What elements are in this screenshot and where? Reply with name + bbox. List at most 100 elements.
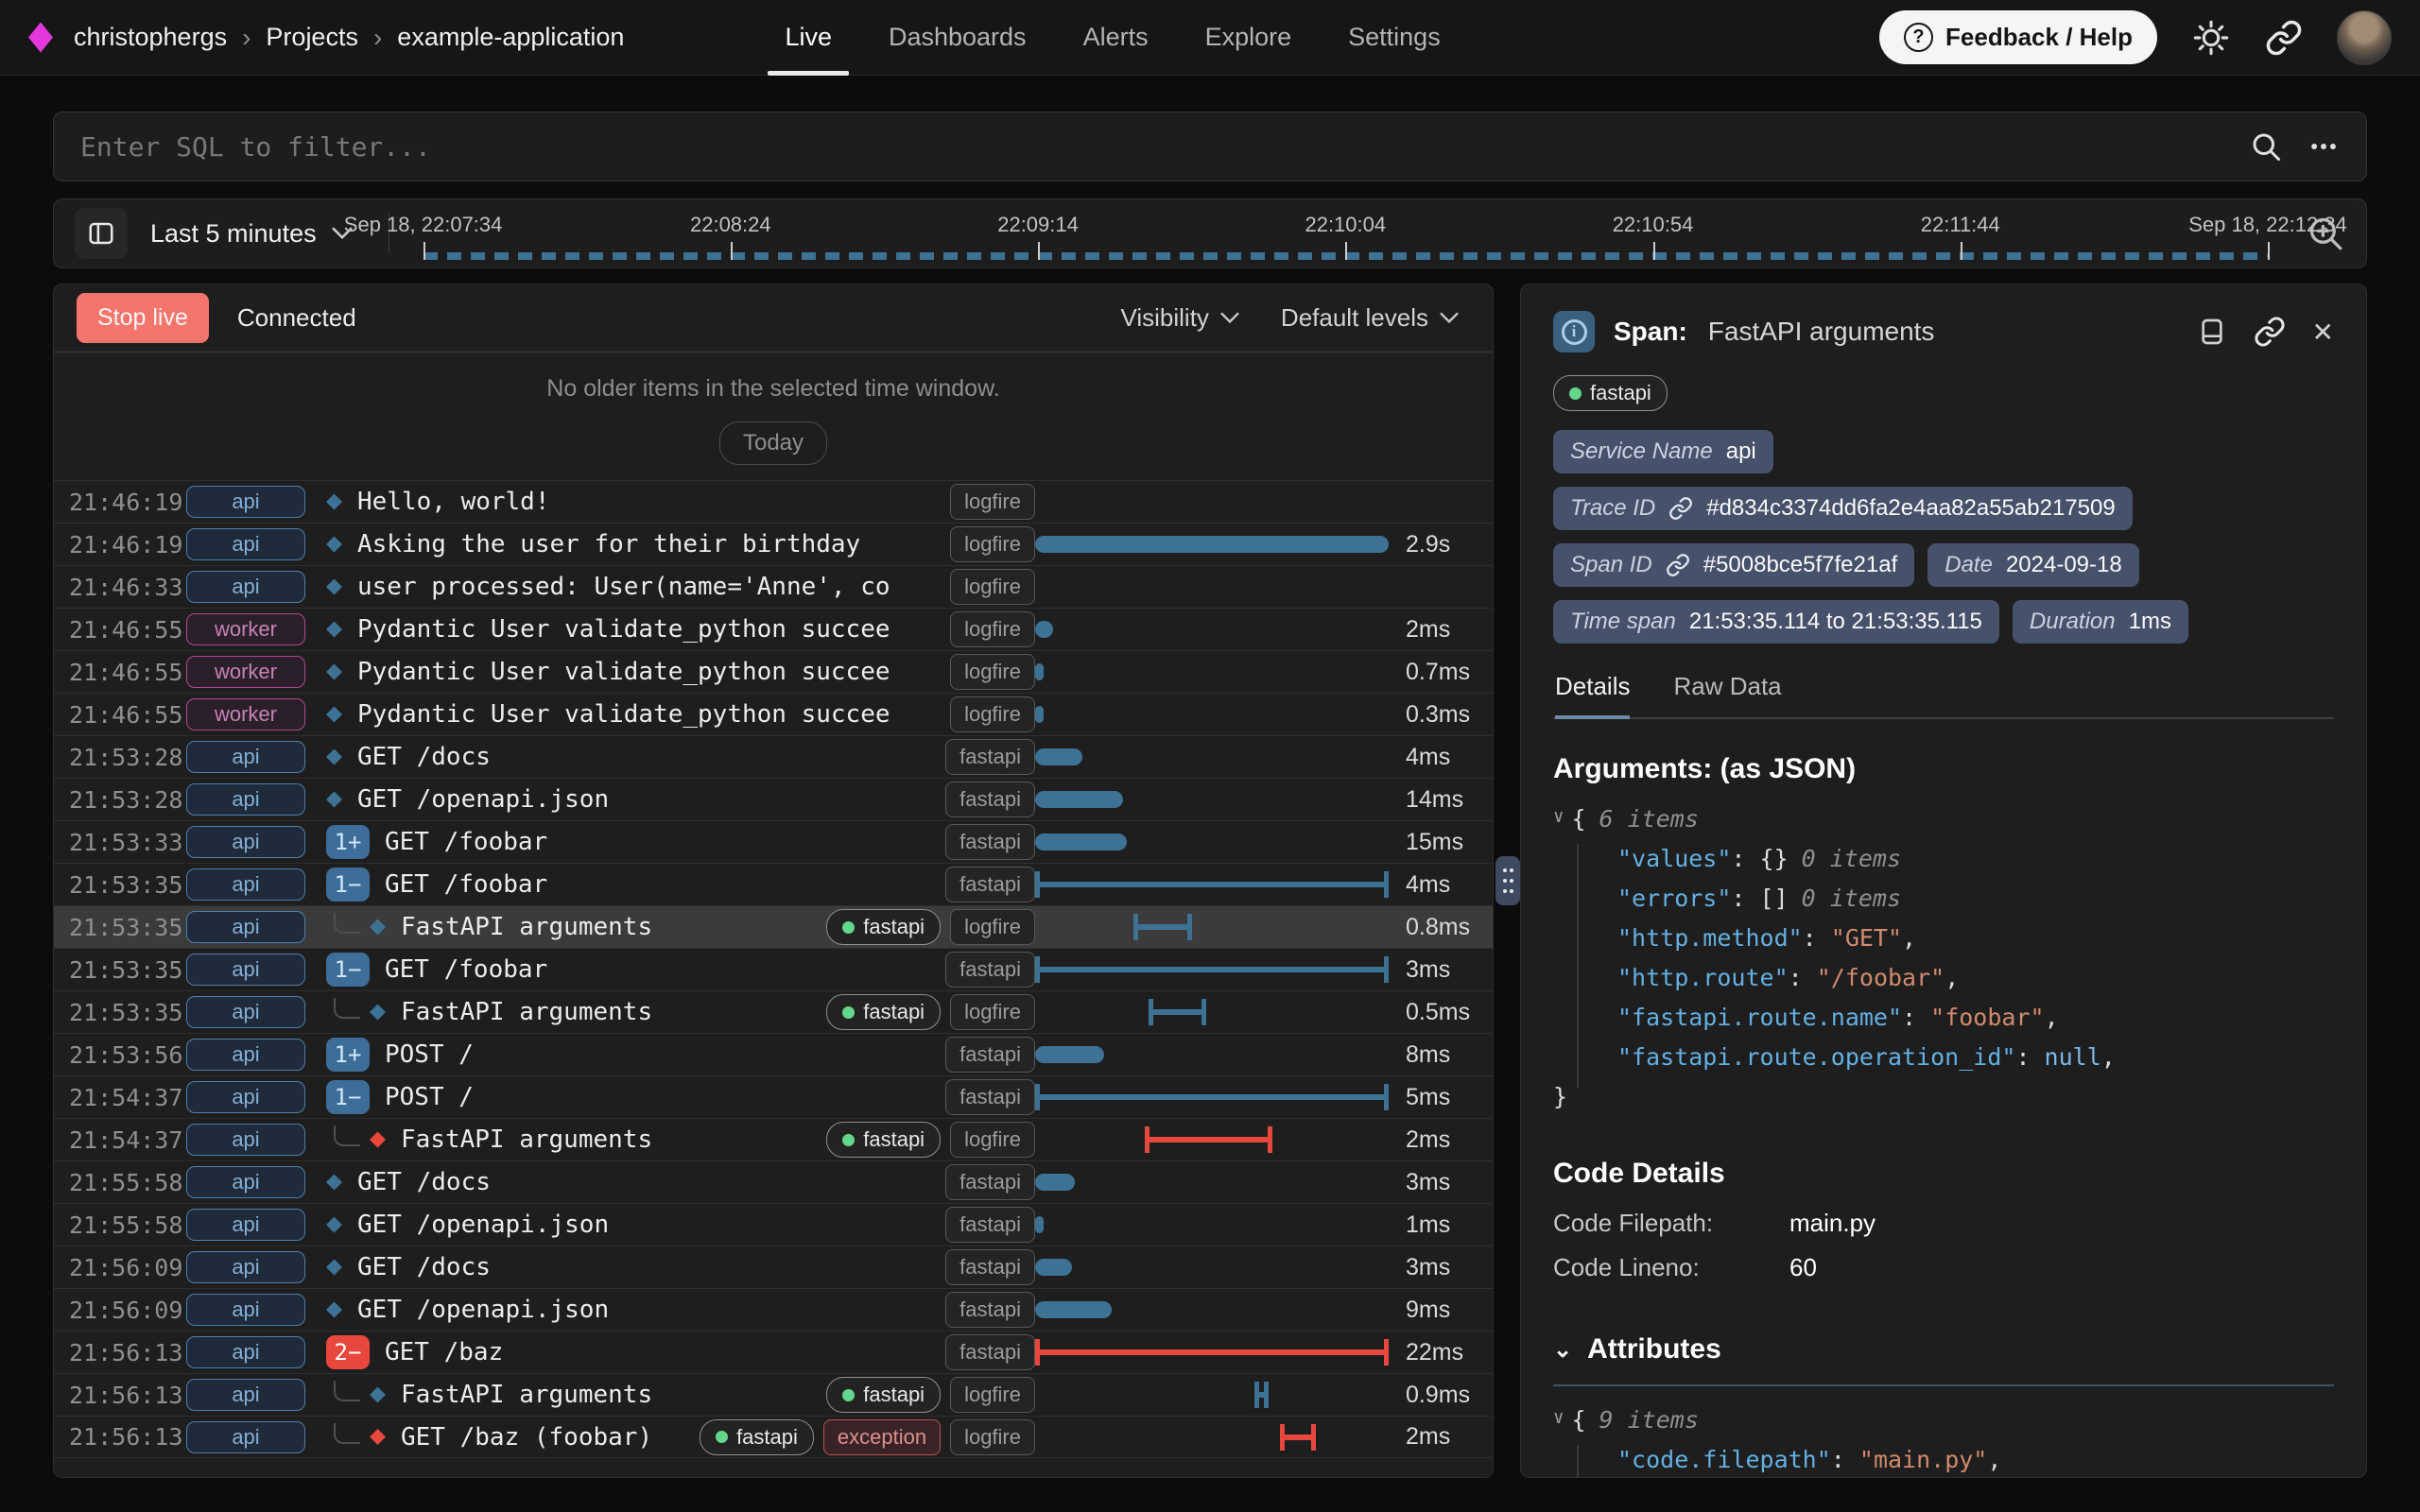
span-row[interactable]: 21:54:37apiFastAPI argumentsfastapilogfi… bbox=[54, 1118, 1493, 1160]
child-count-badge[interactable]: 1− bbox=[326, 1080, 370, 1114]
span-row[interactable]: 21:55:58apiGET /openapi.jsonfastapi1ms bbox=[54, 1203, 1493, 1246]
span-row[interactable]: 21:56:13api2−GET /bazfastapi22ms bbox=[54, 1331, 1493, 1373]
child-count-badge[interactable]: 1− bbox=[326, 868, 370, 902]
metadata-chip-span-id[interactable]: Span ID#5008bce5f7fe21af bbox=[1553, 543, 1914, 587]
span-row[interactable]: 21:53:35apiFastAPI argumentsfastapilogfi… bbox=[54, 990, 1493, 1033]
service-pill-api[interactable]: api bbox=[186, 571, 305, 603]
time-range-label: Last 5 minutes bbox=[150, 219, 317, 249]
service-pill-api[interactable]: api bbox=[186, 826, 305, 858]
json-expander-icon[interactable]: ∨ bbox=[1553, 806, 1564, 827]
span-row[interactable]: 21:46:55workerPydantic User validate_pyt… bbox=[54, 650, 1493, 693]
span-row[interactable]: 21:46:55workerPydantic User validate_pyt… bbox=[54, 693, 1493, 735]
copy-span-link-button[interactable] bbox=[2254, 316, 2286, 348]
service-pill-api[interactable]: api bbox=[186, 1421, 305, 1453]
timeline-tick bbox=[1961, 242, 1962, 260]
child-count-badge[interactable]: 2− bbox=[326, 1335, 370, 1369]
service-column: api bbox=[175, 1124, 317, 1156]
service-pill-api[interactable]: api bbox=[186, 1081, 305, 1113]
span-duration: 4ms bbox=[1400, 744, 1479, 771]
span-row[interactable]: 21:54:37api1−POST /fastapi5ms bbox=[54, 1075, 1493, 1118]
time-range-select[interactable]: Last 5 minutes bbox=[150, 219, 353, 249]
default-levels-dropdown[interactable]: Default levels bbox=[1281, 303, 1459, 333]
span-metadata-chips: Service NameapiTrace ID#d834c3374dd6fa2e… bbox=[1553, 430, 2334, 644]
service-pill-api[interactable]: api bbox=[186, 1166, 305, 1198]
link-icon bbox=[1668, 496, 1693, 521]
tab-explore[interactable]: Explore bbox=[1205, 0, 1292, 76]
tab-alerts[interactable]: Alerts bbox=[1083, 0, 1149, 76]
tab-live[interactable]: Live bbox=[785, 0, 832, 76]
span-row[interactable]: 21:56:13apiFastAPI argumentsfastapilogfi… bbox=[54, 1373, 1493, 1416]
filter-more-button[interactable] bbox=[2308, 130, 2340, 163]
service-pill-api[interactable]: api bbox=[186, 1124, 305, 1156]
service-pill-api[interactable]: api bbox=[186, 911, 305, 943]
service-pill-api[interactable]: api bbox=[186, 868, 305, 901]
span-row[interactable]: 21:53:35api1−GET /foobarfastapi4ms bbox=[54, 863, 1493, 905]
service-pill-worker[interactable]: worker bbox=[186, 698, 305, 730]
service-pill-worker[interactable]: worker bbox=[186, 613, 305, 645]
duration-bar-column bbox=[1035, 1161, 1400, 1203]
span-row[interactable]: 21:46:33apiuser processed: User(name='An… bbox=[54, 565, 1493, 608]
span-row[interactable]: 21:56:09apiGET /openapi.jsonfastapi9ms bbox=[54, 1288, 1493, 1331]
timeline[interactable]: Sep 18, 22:07:3422:08:2422:09:1422:10:04… bbox=[424, 199, 2268, 267]
span-row[interactable]: 21:46:55workerPydantic User validate_pyt… bbox=[54, 608, 1493, 650]
service-pill-api[interactable]: api bbox=[186, 486, 305, 518]
service-pill-api[interactable]: api bbox=[186, 1379, 305, 1411]
service-pill-api[interactable]: api bbox=[186, 996, 305, 1028]
today-button[interactable]: Today bbox=[719, 421, 827, 465]
service-pill-worker[interactable]: worker bbox=[186, 656, 305, 688]
span-row[interactable]: 21:53:28apiGET /docsfastapi4ms bbox=[54, 735, 1493, 778]
service-pill-api[interactable]: api bbox=[186, 1251, 305, 1283]
tab-settings[interactable]: Settings bbox=[1348, 0, 1441, 76]
child-count-badge[interactable]: 1+ bbox=[326, 825, 370, 859]
breadcrumb-org[interactable]: christophergs bbox=[74, 23, 227, 52]
service-column: api bbox=[175, 1209, 317, 1241]
service-pill-api[interactable]: api bbox=[186, 1209, 305, 1241]
service-pill-api[interactable]: api bbox=[186, 1294, 305, 1326]
service-pill-api[interactable]: api bbox=[186, 1336, 305, 1368]
span-row[interactable]: 21:53:35apiFastAPI argumentsfastapilogfi… bbox=[54, 905, 1493, 948]
breadcrumb-project[interactable]: example-application bbox=[397, 23, 624, 52]
service-pill-api[interactable]: api bbox=[186, 1039, 305, 1071]
span-row[interactable]: 21:56:09apiGET /docsfastapi3ms bbox=[54, 1246, 1493, 1288]
panel-resize-handle[interactable] bbox=[1495, 856, 1520, 905]
sidebar-toggle-button[interactable] bbox=[75, 208, 128, 259]
sql-filter-input[interactable] bbox=[80, 131, 2249, 163]
span-row[interactable]: 21:46:19apiHello, world!logfire bbox=[54, 480, 1493, 523]
visibility-dropdown[interactable]: Visibility bbox=[1120, 303, 1238, 333]
span-row[interactable]: 21:53:56api1+POST /fastapi8ms bbox=[54, 1033, 1493, 1075]
span-row[interactable]: 21:53:35api1−GET /foobarfastapi3ms bbox=[54, 948, 1493, 990]
child-count-badge[interactable]: 1+ bbox=[326, 1038, 370, 1072]
green-dot-icon bbox=[842, 1389, 855, 1401]
user-avatar[interactable] bbox=[2337, 10, 2392, 65]
attributes-toggle[interactable]: ⌄ Attributes bbox=[1553, 1333, 2334, 1366]
service-pill-api[interactable]: api bbox=[186, 528, 305, 560]
json-expander-icon[interactable]: ∨ bbox=[1553, 1407, 1564, 1428]
span-row[interactable]: 21:55:58apiGET /docsfastapi3ms bbox=[54, 1160, 1493, 1203]
span-service-tag[interactable]: fastapi bbox=[1553, 375, 1668, 411]
tab-raw-data[interactable]: Raw Data bbox=[1673, 672, 1781, 717]
metadata-chip-trace-id[interactable]: Trace ID#d834c3374dd6fa2e4aa82a55ab21750… bbox=[1553, 487, 2133, 530]
share-link-button[interactable] bbox=[2265, 19, 2303, 57]
logfire-logo-icon[interactable] bbox=[28, 23, 53, 53]
service-pill-api[interactable]: api bbox=[186, 783, 305, 816]
span-row[interactable]: 21:56:13apiGET /baz (foobar)fastapiexcep… bbox=[54, 1416, 1493, 1458]
service-pill-api[interactable]: api bbox=[186, 954, 305, 986]
span-row[interactable]: 21:53:28apiGET /openapi.jsonfastapi14ms bbox=[54, 778, 1493, 820]
service-pill-api[interactable]: api bbox=[186, 741, 305, 773]
span-duration: 3ms bbox=[1400, 1254, 1479, 1281]
stop-live-button[interactable]: Stop live bbox=[77, 293, 209, 343]
json-line: ∨{9 items bbox=[1553, 1400, 2334, 1439]
child-count-badge[interactable]: 1− bbox=[326, 953, 370, 987]
feedback-help-button[interactable]: ? Feedback / Help bbox=[1879, 10, 2157, 64]
theme-toggle-button[interactable] bbox=[2191, 18, 2231, 58]
dock-panel-button[interactable] bbox=[2197, 317, 2227, 347]
close-panel-button[interactable]: ✕ bbox=[2312, 317, 2334, 348]
otel-scope-tag: fastapi bbox=[826, 1377, 941, 1413]
tab-dashboards[interactable]: Dashboards bbox=[889, 0, 1027, 76]
search-button[interactable] bbox=[2249, 129, 2283, 163]
default-levels-label: Default levels bbox=[1281, 303, 1428, 333]
tab-details[interactable]: Details bbox=[1555, 672, 1630, 719]
span-row[interactable]: 21:53:33api1+GET /foobarfastapi15ms bbox=[54, 820, 1493, 863]
span-row[interactable]: 21:46:19apiAsking the user for their bir… bbox=[54, 523, 1493, 565]
breadcrumb-projects[interactable]: Projects bbox=[266, 23, 358, 52]
